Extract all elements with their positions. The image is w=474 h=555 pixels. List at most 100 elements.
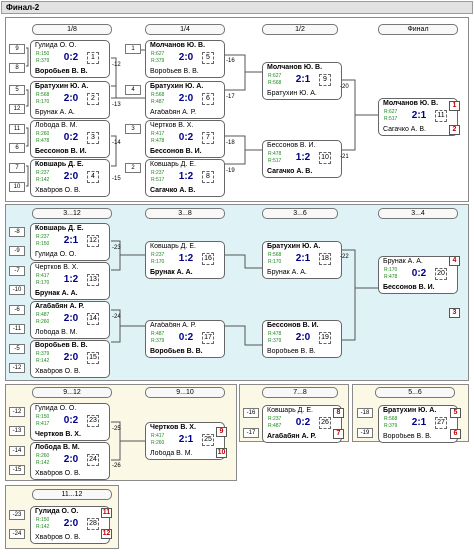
match-card[interactable]: Ковшарь Д. Е. R:237 R:150 2:1 12 Гулида О. О.	[30, 223, 110, 261]
seed-slot: 2	[125, 163, 141, 173]
player-name: Гулида О. О.	[35, 251, 77, 258]
match-card[interactable]: Бессонов В. И. R:478 R:379 2:0 19 Воробьев В.…	[262, 320, 342, 358]
link-label: -20	[340, 84, 349, 90]
player-name: Лобода В. М.	[35, 122, 78, 129]
match-card[interactable]: Агабабян А. Р. R:487 R:379 0:2 17 Воробьев В.…	[145, 320, 225, 358]
match-score: 2:0	[178, 93, 194, 104]
seed-slot: 9	[9, 44, 25, 54]
link-label: -16	[226, 58, 235, 64]
match-card[interactable]: Молчанов Ю. В. R:627 R:568 2:1 9 Братухин Ю. …	[262, 62, 342, 100]
player-name: Ковшарь Д. Е.	[150, 161, 196, 168]
match-number: 20	[435, 268, 447, 280]
seed-slot: 3	[125, 124, 141, 134]
player-name: Бессонов В. И.	[150, 148, 202, 155]
match-number: 27	[435, 417, 447, 429]
link-label: -21	[340, 154, 349, 160]
player-name: Брунак А. А.	[150, 269, 193, 276]
player-name: Молчанов Ю. В.	[267, 64, 323, 71]
match-card[interactable]: Молчанов Ю. В. R:627 R:379 2:0 5 Воробьев В. …	[145, 40, 225, 78]
player-rating: R:379	[268, 338, 282, 344]
player-rating: R:417	[151, 433, 165, 439]
player-name: Лобода В. М.	[35, 444, 80, 451]
match-card[interactable]: Гулида О. О. R:150 R:379 0:2 1 Воробьев В. В.	[30, 40, 110, 78]
match-number: 11	[435, 110, 447, 122]
match-card[interactable]: Лобода В. М. R:260 R:142 2:0 24 Хвабров О. В.	[30, 442, 110, 480]
match-number: 10	[319, 152, 331, 164]
match-card[interactable]: Чертков В. Х. R:417 R:478 0:2 7 Бессонов В. И…	[145, 120, 225, 158]
match-number: 9	[319, 74, 331, 86]
player-name: Бессонов В. И.	[35, 148, 87, 155]
match-number: 4	[87, 171, 99, 183]
link-label: -22	[340, 254, 349, 260]
player-name: Гулида О. О.	[35, 508, 79, 515]
rank-badge: 4	[449, 256, 460, 266]
match-number: 8	[202, 171, 214, 183]
match-card[interactable]: Гулида О. О. R:150 R:142 2:0 28 Хвабров О. В.	[30, 506, 110, 544]
player-name: Ковшарь Д. Е.	[35, 161, 84, 168]
player-rating: R:379	[151, 338, 165, 344]
match-card[interactable]: Братухин Ю. А. R:568 R:170 2:0 2 Брунак А. А.	[30, 81, 110, 119]
match-card[interactable]: Агабабян А. Р. R:487 R:260 2:0 14 Лобода В. М…	[30, 301, 110, 339]
seed-slot: -19	[357, 428, 373, 438]
player-rating: R:517	[151, 177, 165, 183]
link-label: -19	[226, 168, 235, 174]
player-rating: R:568	[268, 252, 282, 258]
player-rating: R:237	[151, 170, 165, 176]
match-number: 25	[202, 434, 214, 446]
match-score: 2:1	[178, 434, 194, 445]
seed-slot: -8	[9, 227, 25, 237]
player-name: Чертков В. Х.	[35, 264, 79, 271]
match-card[interactable]: Гулида О. О. R:150 R:417 0:2 23 Чертков В. Х.	[30, 403, 110, 441]
match-number: 15	[87, 352, 99, 364]
match-card[interactable]: Воробьев В. В. R:379 R:142 2:0 15 Хвабров О. …	[30, 340, 110, 378]
player-rating: R:170	[384, 267, 398, 273]
match-card[interactable]: Чертков В. Х. R:417 R:260 2:1 25 Лобода В. М.	[145, 422, 225, 460]
player-rating: R:379	[36, 351, 50, 357]
player-rating: R:417	[36, 273, 50, 279]
player-name: Агабабян А. Р.	[150, 322, 197, 329]
seed-slot: -17	[243, 428, 259, 438]
player-rating: R:237	[36, 170, 50, 176]
player-rating: R:627	[268, 73, 282, 79]
match-card[interactable]: Лобода В. М. R:260 R:478 0:2 3 Бессонов В. И.	[30, 120, 110, 158]
player-name: Братухин Ю. А.	[35, 83, 89, 90]
match-score: 2:0	[63, 454, 79, 465]
player-name: Воробьев В. В.	[150, 348, 203, 355]
player-rating: R:487	[151, 331, 165, 337]
match-card[interactable]: Молчанов Ю. В. R:627 R:517 2:1 11 Сагачко А. …	[378, 98, 458, 136]
player-name: Хвабров О. В.	[35, 187, 81, 194]
match-card[interactable]: Чертков В. Х. R:417 R:170 1:2 13 Брунак А. А.	[30, 262, 110, 300]
match-card[interactable]: Ковшарь Д. Е. R:237 R:517 1:2 8 Сагачко А. В.	[145, 159, 225, 197]
player-rating: R:150	[36, 517, 50, 523]
link-label: -26	[112, 463, 121, 469]
match-card[interactable]: Ковшарь Д. Е. R:237 R:487 0:2 26 Агабабян А. …	[262, 405, 342, 443]
seed-slot: -11	[9, 324, 25, 334]
seed-slot: 1	[125, 44, 141, 54]
match-card[interactable]: Братухин Ю. А. R:568 R:379 2:1 27 Воробьев В.…	[378, 405, 458, 443]
seed-slot: 12	[9, 104, 25, 114]
match-card[interactable]: Брунак А. А. R:170 R:478 0:2 20 Бессонов В. И…	[378, 256, 458, 294]
player-name: Молчанов Ю. В.	[150, 42, 206, 49]
match-card[interactable]: Братухин Ю. А. R:568 R:170 2:1 18 Брунак А. А…	[262, 241, 342, 279]
match-card[interactable]: Ковшарь Д. Е. R:237 R:170 1:2 16 Брунак А. А.	[145, 241, 225, 279]
player-name: Воробьев В. В.	[150, 68, 199, 75]
match-number: 16	[202, 253, 214, 265]
rank-badge: 10	[216, 448, 227, 458]
link-label: -23	[112, 245, 121, 251]
rank-badge: 5	[450, 408, 461, 418]
player-name: Сагачко А. В.	[383, 126, 426, 133]
match-card[interactable]: Братухин Ю. А. R:568 R:487 2:0 6 Агабабян А. …	[145, 81, 225, 119]
match-number: 2	[87, 93, 99, 105]
player-rating: R:487	[151, 99, 165, 105]
match-score: 2:1	[411, 110, 427, 121]
match-number: 18	[319, 253, 331, 265]
seed-slot: 10	[9, 182, 25, 192]
match-card[interactable]: Ковшарь Д. Е. R:237 R:142 2:0 4 Хвабров О. В.	[30, 159, 110, 197]
match-card[interactable]: Бессонов В. И. R:478 R:517 1:2 10 Сагачко А. …	[262, 140, 342, 178]
player-name: Агабабян А. Р.	[35, 303, 85, 310]
player-rating: R:170	[36, 280, 50, 286]
seed-slot: -13	[9, 426, 25, 436]
player-name: Агабабян А. Р.	[267, 433, 317, 440]
match-score: 0:2	[178, 132, 194, 143]
seed-slot: -23	[9, 510, 25, 520]
